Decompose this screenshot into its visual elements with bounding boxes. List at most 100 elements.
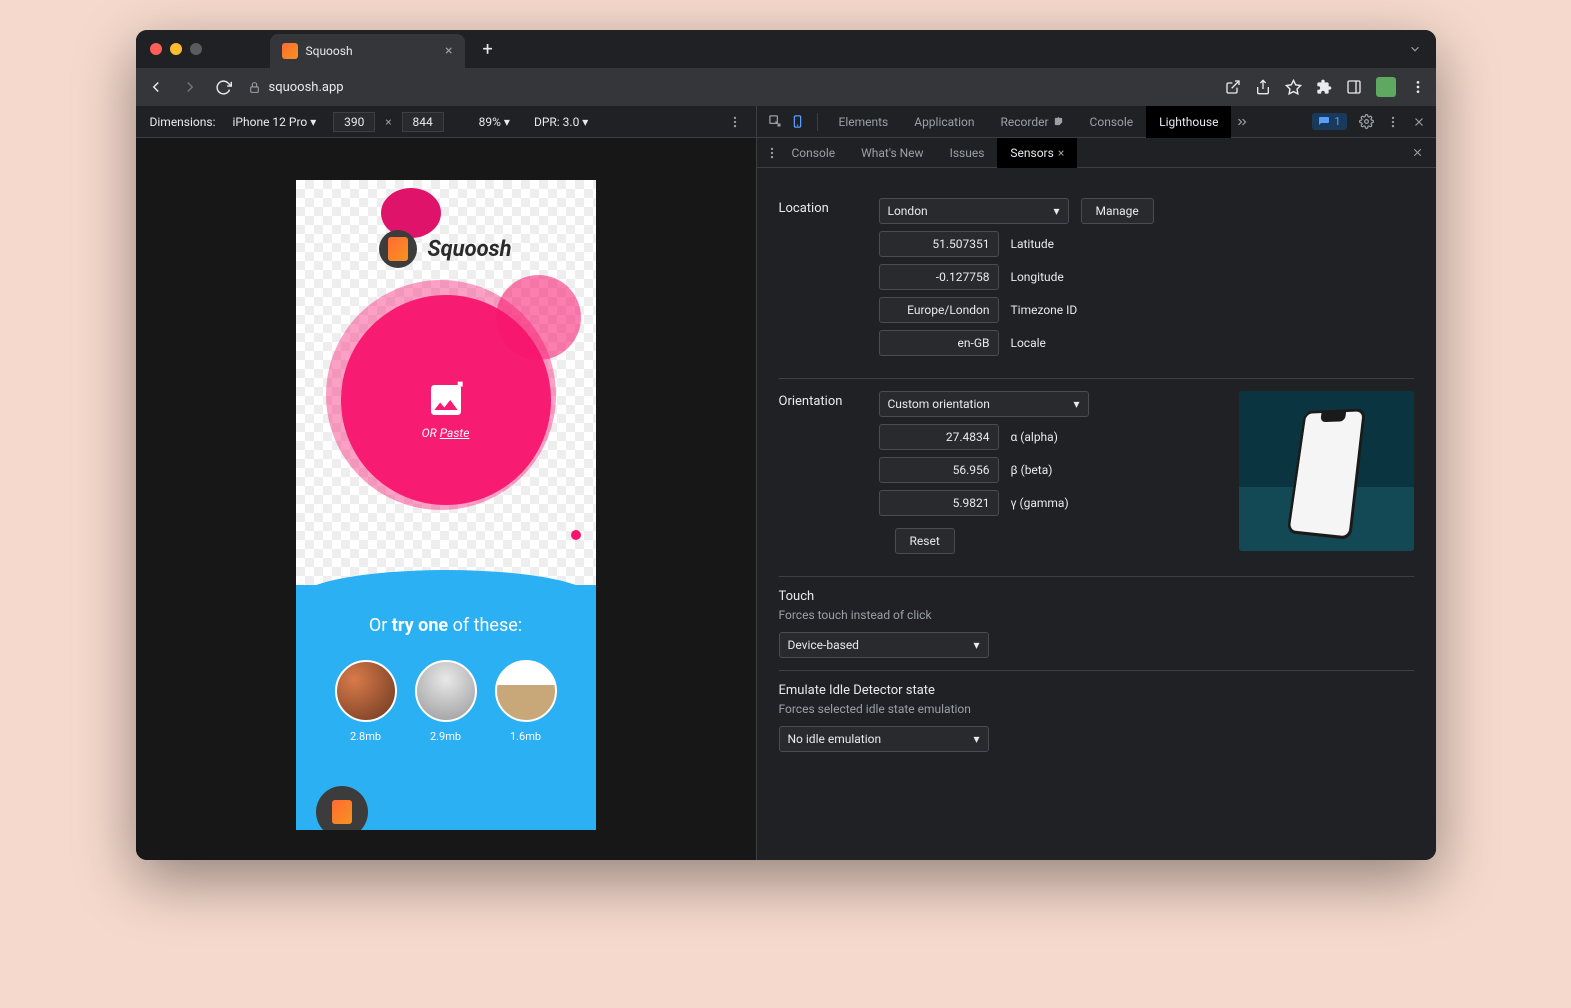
close-devtools-icon[interactable] bbox=[1412, 115, 1426, 129]
tab-application[interactable]: Application bbox=[901, 106, 987, 138]
back-button[interactable] bbox=[146, 78, 166, 96]
dimension-separator: × bbox=[385, 115, 391, 129]
location-select[interactable]: London▾ bbox=[879, 198, 1069, 224]
tab-favicon bbox=[282, 43, 298, 59]
devtools-pane: Elements Application Recorder Console Li… bbox=[756, 106, 1436, 860]
orientation-section: Orientation Custom orientation▾ α (alpha… bbox=[779, 379, 1414, 577]
reload-button[interactable] bbox=[214, 79, 234, 96]
reset-button[interactable]: Reset bbox=[895, 528, 955, 554]
sample-size: 2.9mb bbox=[430, 730, 461, 743]
dpr-select[interactable]: DPR: 3.0 ▾ bbox=[527, 112, 595, 132]
idle-section: Emulate Idle Detector state Forces selec… bbox=[779, 671, 1414, 764]
locale-input[interactable] bbox=[879, 330, 999, 356]
emulated-screen[interactable]: Squoosh OR Paste Or try one of these bbox=[296, 180, 596, 830]
location-section: Location London▾ Manage Latitude Longitu… bbox=[779, 186, 1414, 379]
device-emulation-pane: Dimensions: iPhone 12 Pro ▾ × 89% ▾ DPR:… bbox=[136, 106, 756, 860]
tab-console[interactable]: Console bbox=[1077, 106, 1147, 138]
forward-button[interactable] bbox=[180, 78, 200, 96]
sample-item[interactable] bbox=[316, 786, 368, 830]
sample-item[interactable]: 1.6mb bbox=[495, 660, 557, 743]
close-drawer-icon[interactable] bbox=[1411, 146, 1436, 159]
samples-section: Or try one of these: 2.8mb 2.9mb 1.6mb bbox=[296, 585, 596, 830]
profile-avatar[interactable] bbox=[1376, 77, 1396, 97]
touch-description: Forces touch instead of click bbox=[779, 608, 1414, 622]
menu-icon[interactable] bbox=[1410, 79, 1426, 95]
orientation-label: Orientation bbox=[779, 391, 859, 409]
image-add-icon bbox=[426, 380, 466, 420]
height-input[interactable] bbox=[402, 112, 444, 132]
latitude-label: Latitude bbox=[1011, 237, 1055, 251]
drawer-tab-whatsnew[interactable]: What's New bbox=[848, 138, 936, 168]
beta-input[interactable] bbox=[879, 457, 999, 483]
touch-select[interactable]: Device-based▾ bbox=[779, 632, 989, 658]
longitude-label: Longitude bbox=[1011, 270, 1064, 284]
phone-3d-model bbox=[1287, 408, 1366, 540]
alpha-label: α (alpha) bbox=[1011, 430, 1058, 444]
url-text: squoosh.app bbox=[269, 80, 344, 95]
gamma-input[interactable] bbox=[879, 490, 999, 516]
sidepanel-icon[interactable] bbox=[1346, 79, 1362, 95]
open-external-icon[interactable] bbox=[1225, 79, 1241, 95]
timezone-label: Timezone ID bbox=[1011, 303, 1078, 317]
touch-heading: Touch bbox=[779, 589, 1414, 604]
drawer-tab-issues[interactable]: Issues bbox=[937, 138, 998, 168]
tab-recorder[interactable]: Recorder bbox=[988, 106, 1077, 138]
orientation-preview[interactable] bbox=[1239, 391, 1414, 551]
browser-tab[interactable]: Squoosh × bbox=[270, 34, 465, 68]
drawer-tab-console[interactable]: Console bbox=[779, 138, 849, 168]
toggle-device-icon[interactable] bbox=[787, 114, 809, 129]
device-select[interactable]: iPhone 12 Pro ▾ bbox=[226, 112, 324, 132]
longitude-input[interactable] bbox=[879, 264, 999, 290]
latitude-input[interactable] bbox=[879, 231, 999, 257]
new-tab-button[interactable]: + bbox=[483, 39, 493, 60]
sensors-panel: Location London▾ Manage Latitude Longitu… bbox=[757, 168, 1436, 860]
url-field[interactable]: squoosh.app bbox=[248, 80, 1211, 95]
zoom-select[interactable]: 89% ▾ bbox=[472, 112, 517, 132]
locale-label: Locale bbox=[1011, 336, 1046, 350]
tab-lighthouse[interactable]: Lighthouse bbox=[1146, 106, 1231, 138]
beta-label: β (beta) bbox=[1011, 463, 1053, 477]
maximize-window[interactable] bbox=[190, 43, 202, 55]
address-bar: squoosh.app bbox=[136, 68, 1436, 106]
issues-badge[interactable]: 1 bbox=[1312, 113, 1346, 130]
sample-size: 1.6mb bbox=[510, 730, 541, 743]
width-input[interactable] bbox=[333, 112, 375, 132]
sample-size: 2.8mb bbox=[350, 730, 381, 743]
inspect-icon[interactable] bbox=[765, 114, 787, 129]
more-tabs-icon[interactable] bbox=[1231, 115, 1253, 129]
minimize-window[interactable] bbox=[170, 43, 182, 55]
touch-section: Touch Forces touch instead of click Devi… bbox=[779, 577, 1414, 671]
sample-item[interactable]: 2.8mb bbox=[335, 660, 397, 743]
dropzone[interactable]: OR Paste bbox=[296, 380, 596, 440]
app-logo: Squoosh bbox=[296, 230, 596, 268]
idle-description: Forces selected idle state emulation bbox=[779, 702, 1414, 716]
dropzone-text: OR Paste bbox=[422, 426, 470, 440]
sample-item[interactable]: 2.9mb bbox=[415, 660, 477, 743]
expand-tabs-icon[interactable] bbox=[1408, 42, 1422, 56]
sample-thumb bbox=[495, 660, 557, 722]
alpha-input[interactable] bbox=[879, 424, 999, 450]
idle-select[interactable]: No idle emulation▾ bbox=[779, 726, 989, 752]
orientation-select[interactable]: Custom orientation▾ bbox=[879, 391, 1089, 417]
bookmark-icon[interactable] bbox=[1285, 79, 1302, 96]
devtools-main-tabs: Elements Application Recorder Console Li… bbox=[757, 106, 1436, 138]
close-tab-icon[interactable]: × bbox=[445, 43, 452, 59]
close-tab-icon[interactable]: × bbox=[1058, 146, 1064, 160]
logo-text: Squoosh bbox=[427, 237, 511, 262]
extensions-icon[interactable] bbox=[1316, 79, 1332, 95]
drawer-menu-icon[interactable] bbox=[765, 146, 779, 160]
lock-icon bbox=[248, 81, 261, 94]
toolbar-icons bbox=[1225, 77, 1426, 97]
dimensions-label: Dimensions: bbox=[150, 115, 216, 129]
sample-thumb bbox=[415, 660, 477, 722]
settings-icon[interactable] bbox=[1359, 114, 1374, 129]
drawer-tab-sensors[interactable]: Sensors× bbox=[997, 138, 1077, 168]
close-window[interactable] bbox=[150, 43, 162, 55]
manage-button[interactable]: Manage bbox=[1081, 198, 1154, 224]
share-icon[interactable] bbox=[1255, 79, 1271, 95]
device-toolbar-menu-icon[interactable] bbox=[728, 115, 742, 129]
device-toolbar: Dimensions: iPhone 12 Pro ▾ × 89% ▾ DPR:… bbox=[136, 106, 756, 138]
timezone-input[interactable] bbox=[879, 297, 999, 323]
devtools-menu-icon[interactable] bbox=[1386, 115, 1400, 129]
tab-elements[interactable]: Elements bbox=[826, 106, 902, 138]
